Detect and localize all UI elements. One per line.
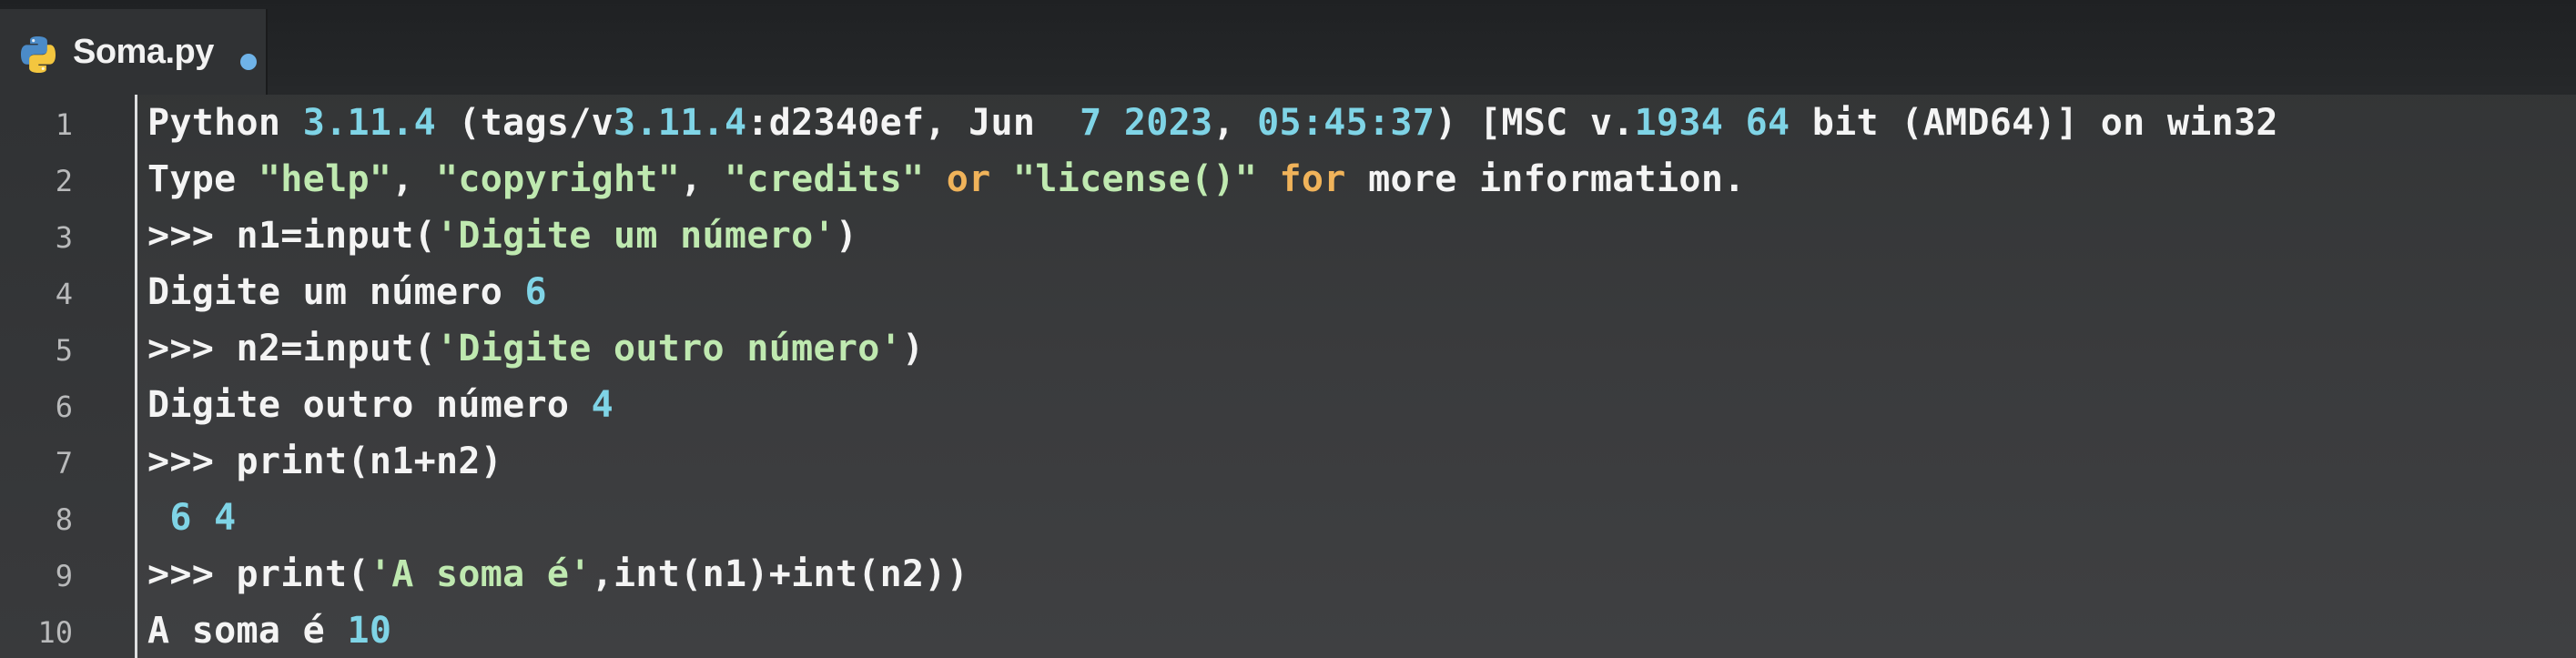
token-str: 'Digite outro número' — [435, 328, 902, 369]
token-num: 4 — [591, 384, 614, 426]
code-text: Type "help", "copyright", "credits" or "… — [147, 158, 1746, 200]
code-text: Python 3.11.4 (tags/v3.11.4:d2340ef, Jun… — [147, 102, 2278, 144]
line-number: 1 — [55, 107, 73, 142]
token-num: 3.11.4 — [614, 102, 747, 144]
code-line[interactable]: 3 >>> n1=input('Digite um número') — [0, 211, 2576, 268]
token-str: "help" — [258, 158, 392, 200]
unsaved-dot-icon — [240, 54, 257, 70]
code-area[interactable]: 1 Python 3.11.4 (tags/v3.11.4:d2340ef, Ju… — [0, 98, 2576, 658]
code-text: >>> print('A soma é',int(n1)+int(n2)) — [147, 553, 969, 595]
line-number: 3 — [55, 220, 73, 255]
editor-window: Soma.py 1 Python 3.11.4 (tags/v3.11.4:d23… — [0, 0, 2576, 658]
code-text: 6 4 — [147, 497, 237, 539]
token-num: 1934 64 — [1634, 102, 1790, 144]
line-number: 6 — [55, 390, 73, 424]
code-line[interactable]: 5 >>> n2=input('Digite outro número') — [0, 324, 2576, 380]
token-text: more information. — [1345, 158, 1746, 200]
token-text: , — [391, 158, 436, 200]
tab-soma-py[interactable]: Soma.py — [0, 9, 268, 95]
token-kw: for — [1279, 158, 1346, 200]
token-text: bit (AMD64)] on win32 — [1790, 102, 2278, 144]
token-num: 6 4 — [147, 497, 237, 539]
line-number: 9 — [55, 559, 73, 593]
token-text: ) — [902, 328, 925, 369]
token-num: 10 — [347, 610, 392, 652]
token-num: 7 2023 — [1080, 102, 1213, 144]
token-text: , — [1212, 102, 1258, 144]
token-text: ) — [835, 215, 858, 257]
code-text: A soma é 10 — [147, 610, 391, 652]
token-text: >>> n2=input( — [147, 328, 436, 369]
tab-bar: Soma.py — [0, 0, 2576, 95]
line-number: 4 — [55, 277, 73, 311]
code-line[interactable]: 7 >>> print(n1+n2) — [0, 437, 2576, 493]
token-str: "copyright" — [435, 158, 681, 200]
token-text: A soma é — [147, 610, 348, 652]
token-text: Python — [147, 102, 303, 144]
token-num: 3.11.4 — [302, 102, 436, 144]
token-text: ) [MSC v. — [1435, 102, 1635, 144]
token-text: :d2340ef, Jun — [746, 102, 1080, 144]
token-text: (tags/v — [435, 102, 614, 144]
token-text: , — [680, 158, 725, 200]
code-line[interactable]: 4 Digite um número 6 — [0, 268, 2576, 324]
line-number: 5 — [55, 333, 73, 368]
code-line[interactable]: 2 Type "help", "copyright", "credits" or … — [0, 155, 2576, 211]
token-kw: or — [946, 158, 991, 200]
line-number: 2 — [55, 164, 73, 198]
code-line[interactable]: 8 6 4 — [0, 493, 2576, 550]
token-num: 05:45:37 — [1257, 102, 1435, 144]
code-text: Digite um número 6 — [147, 271, 547, 313]
token-text: Digite outro número — [147, 384, 592, 426]
python-icon — [21, 36, 56, 73]
code-text: >>> n1=input('Digite um número') — [147, 215, 857, 257]
token-text: Type — [147, 158, 259, 200]
code-line[interactable]: 9 >>> print('A soma é',int(n1)+int(n2)) — [0, 550, 2576, 606]
tab-filename: Soma.py — [73, 33, 214, 71]
code-text: Digite outro número 4 — [147, 384, 614, 426]
line-number: 7 — [55, 446, 73, 481]
token-text: Digite um número — [147, 271, 525, 313]
token-str: "credits" — [724, 158, 925, 200]
token-text: >>> print(n1+n2) — [147, 440, 503, 482]
token-text: ,int(n1)+int(n2)) — [591, 553, 969, 595]
code-line[interactable]: 10 A soma é 10 — [0, 606, 2576, 658]
token-str: 'Digite um número' — [435, 215, 836, 257]
code-text: >>> n2=input('Digite outro número') — [147, 328, 924, 369]
code-line[interactable]: 6 Digite outro número 4 — [0, 380, 2576, 437]
token-num: 6 — [524, 271, 547, 313]
code-text: >>> print(n1+n2) — [147, 440, 502, 482]
token-str: 'A soma é' — [369, 553, 592, 595]
line-number: 8 — [55, 502, 73, 537]
token-str: "license()" — [1012, 158, 1258, 200]
token-text: >>> n1=input( — [147, 215, 436, 257]
code-line[interactable]: 1 Python 3.11.4 (tags/v3.11.4:d2340ef, Ju… — [0, 98, 2576, 155]
line-number: 10 — [37, 615, 73, 650]
token-text: >>> print( — [147, 553, 370, 595]
